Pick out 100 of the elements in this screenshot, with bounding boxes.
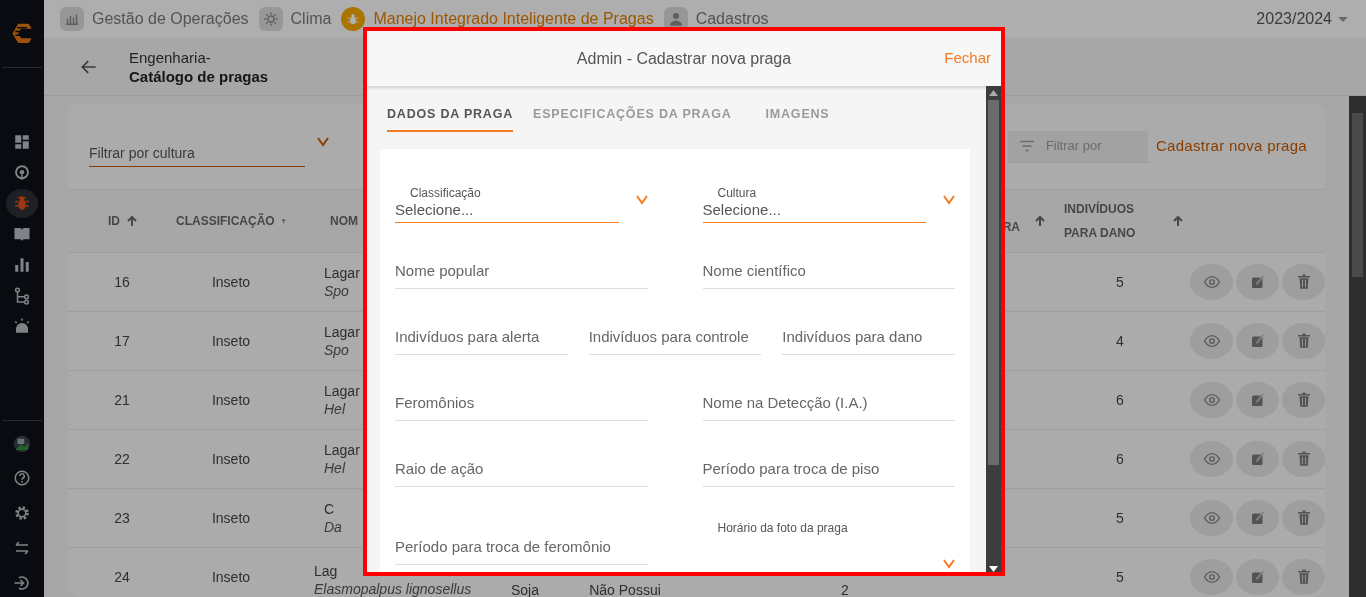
sort-icon[interactable] [1034,215,1046,227]
dashboard-icon [13,132,31,151]
culture-filter[interactable]: Filtrar por cultura [89,140,305,167]
view-button[interactable] [1190,441,1233,477]
edit-button[interactable] [1236,559,1279,595]
table-cell-text: 21 [113,390,131,410]
input-field[interactable]: Nome popular [395,253,648,289]
view-button[interactable] [1190,559,1233,595]
tree-icon [13,286,31,305]
season-selector[interactable]: 2023/2024 [1256,7,1332,31]
pest-name: Lagar [324,382,360,400]
view-button[interactable] [1190,382,1233,418]
input-field[interactable]: Feromônios [395,385,648,421]
view-button[interactable] [1190,323,1233,359]
edit-button[interactable] [1236,382,1279,418]
tab[interactable]: IMAGENS [765,86,830,132]
filter-field[interactable]: Filtrar por [1007,130,1148,163]
alarm-icon [13,317,31,336]
pest-name: Lagar [324,323,360,341]
settings-icon[interactable] [13,504,31,523]
dropdown-icon[interactable] [943,195,955,205]
table-cell-text: 5 [1115,508,1125,528]
input-field[interactable]: Indivíduos para alerta [395,319,568,355]
edit-button[interactable] [1236,500,1279,536]
select-field[interactable]: Cultura Selecione... [702,186,926,223]
table-cell-text: Inseto [210,272,252,292]
table-cell: Não Possui [589,581,661,597]
help-icon[interactable] [13,469,31,488]
table-cell-text: Inseto [210,390,252,410]
input-field[interactable]: Raio de ação [395,451,648,487]
delete-button[interactable] [1282,264,1325,300]
sidebar-item[interactable] [6,188,38,218]
table-cell-text: 6 [1115,449,1125,469]
table-cell-text: 17 [113,331,131,351]
bug-icon [13,194,31,213]
avatar-icon[interactable] [13,434,31,453]
view-button[interactable] [1190,500,1233,536]
delete-button[interactable] [1282,382,1325,418]
table-cell-text: Inseto [210,331,252,351]
edit-button[interactable] [1236,323,1279,359]
table-cell-text: 23 [113,508,131,528]
add-link[interactable]: Cadastrar nova praga [1155,135,1307,158]
scientific-name: Spo [324,341,349,359]
edit-button[interactable] [1236,441,1279,477]
breadcrumb-parent: Engenharia- [129,47,212,67]
table-cell-text: 16 [113,272,131,292]
eye-icon [1202,273,1221,291]
eye-icon [1202,450,1221,468]
nav-tab[interactable]: Clima [258,7,332,31]
table-cell-text: Inseto [210,508,252,528]
dropdown-icon[interactable] [317,136,329,147]
input-field[interactable]: Período para troca de piso [702,451,955,487]
dropdown-icon[interactable] [635,195,648,205]
table-cell-text: 4 [1115,331,1125,351]
table-cell: Soja [511,581,539,597]
delete-button[interactable] [1282,441,1325,477]
delete-button[interactable] [1282,559,1325,595]
input-field[interactable]: Período para troca de feromônio [395,529,648,565]
table-cell-text: 24 [113,567,131,587]
pest-name: Lag [314,562,338,580]
caret-icon [1338,16,1348,22]
sort-icon[interactable] [126,215,138,227]
scrollbar[interactable] [986,86,1001,572]
column-header[interactable]: NOM [330,212,358,230]
tab[interactable]: ESPECIFICAÇÕES DA PRAGA [533,86,732,132]
pest-name: Lagar [324,441,360,459]
eye-icon [1202,391,1221,409]
scrollbar[interactable] [1349,96,1366,597]
logout-icon[interactable] [13,573,31,592]
scientific-name: Da [324,518,342,536]
eye-icon [1202,509,1221,527]
modal-title: Admin - Cadastrar nova praga [576,48,792,69]
edit-button[interactable] [1236,264,1279,300]
table-cell-text: 22 [113,449,131,469]
tab[interactable]: DADOS DA PRAGA [387,86,514,132]
sun-icon [261,10,280,28]
bar-chart-icon [13,255,31,274]
input-field[interactable]: Nome na Detecção (I.A.) [702,385,955,421]
pest-name: Lagar [324,264,360,282]
input-field[interactable]: Nome científico [702,253,955,289]
sort-icon[interactable] [1172,215,1184,227]
column-header[interactable]: INDIVÍDUOS PARA DANO [1064,197,1164,245]
input-field[interactable]: Indivíduos para controle [588,319,762,355]
table-cell-text: Inseto [210,449,252,469]
column-header[interactable]: ID [108,212,120,230]
close-button[interactable]: Fechar [944,47,991,70]
delete-button[interactable] [1282,323,1325,359]
input-field[interactable]: Indivíduos para dano [782,319,955,355]
scientific-name: Hel [324,400,345,418]
dropdown-icon[interactable] [943,559,955,569]
view-button[interactable] [1190,264,1233,300]
scientific-name: Hel [324,459,345,477]
select-field[interactable]: Classificação Selecione... [395,186,619,223]
select-field[interactable]: Horário da foto da praga [702,521,926,565]
nav-tab[interactable]: Gestão de Operações [60,7,249,31]
column-header[interactable]: CLASSIFICAÇÃO [176,212,275,230]
eye-icon [1202,332,1221,350]
swap-icon[interactable] [13,538,31,557]
table-cell-text: 5 [1115,272,1125,292]
delete-button[interactable] [1282,500,1325,536]
